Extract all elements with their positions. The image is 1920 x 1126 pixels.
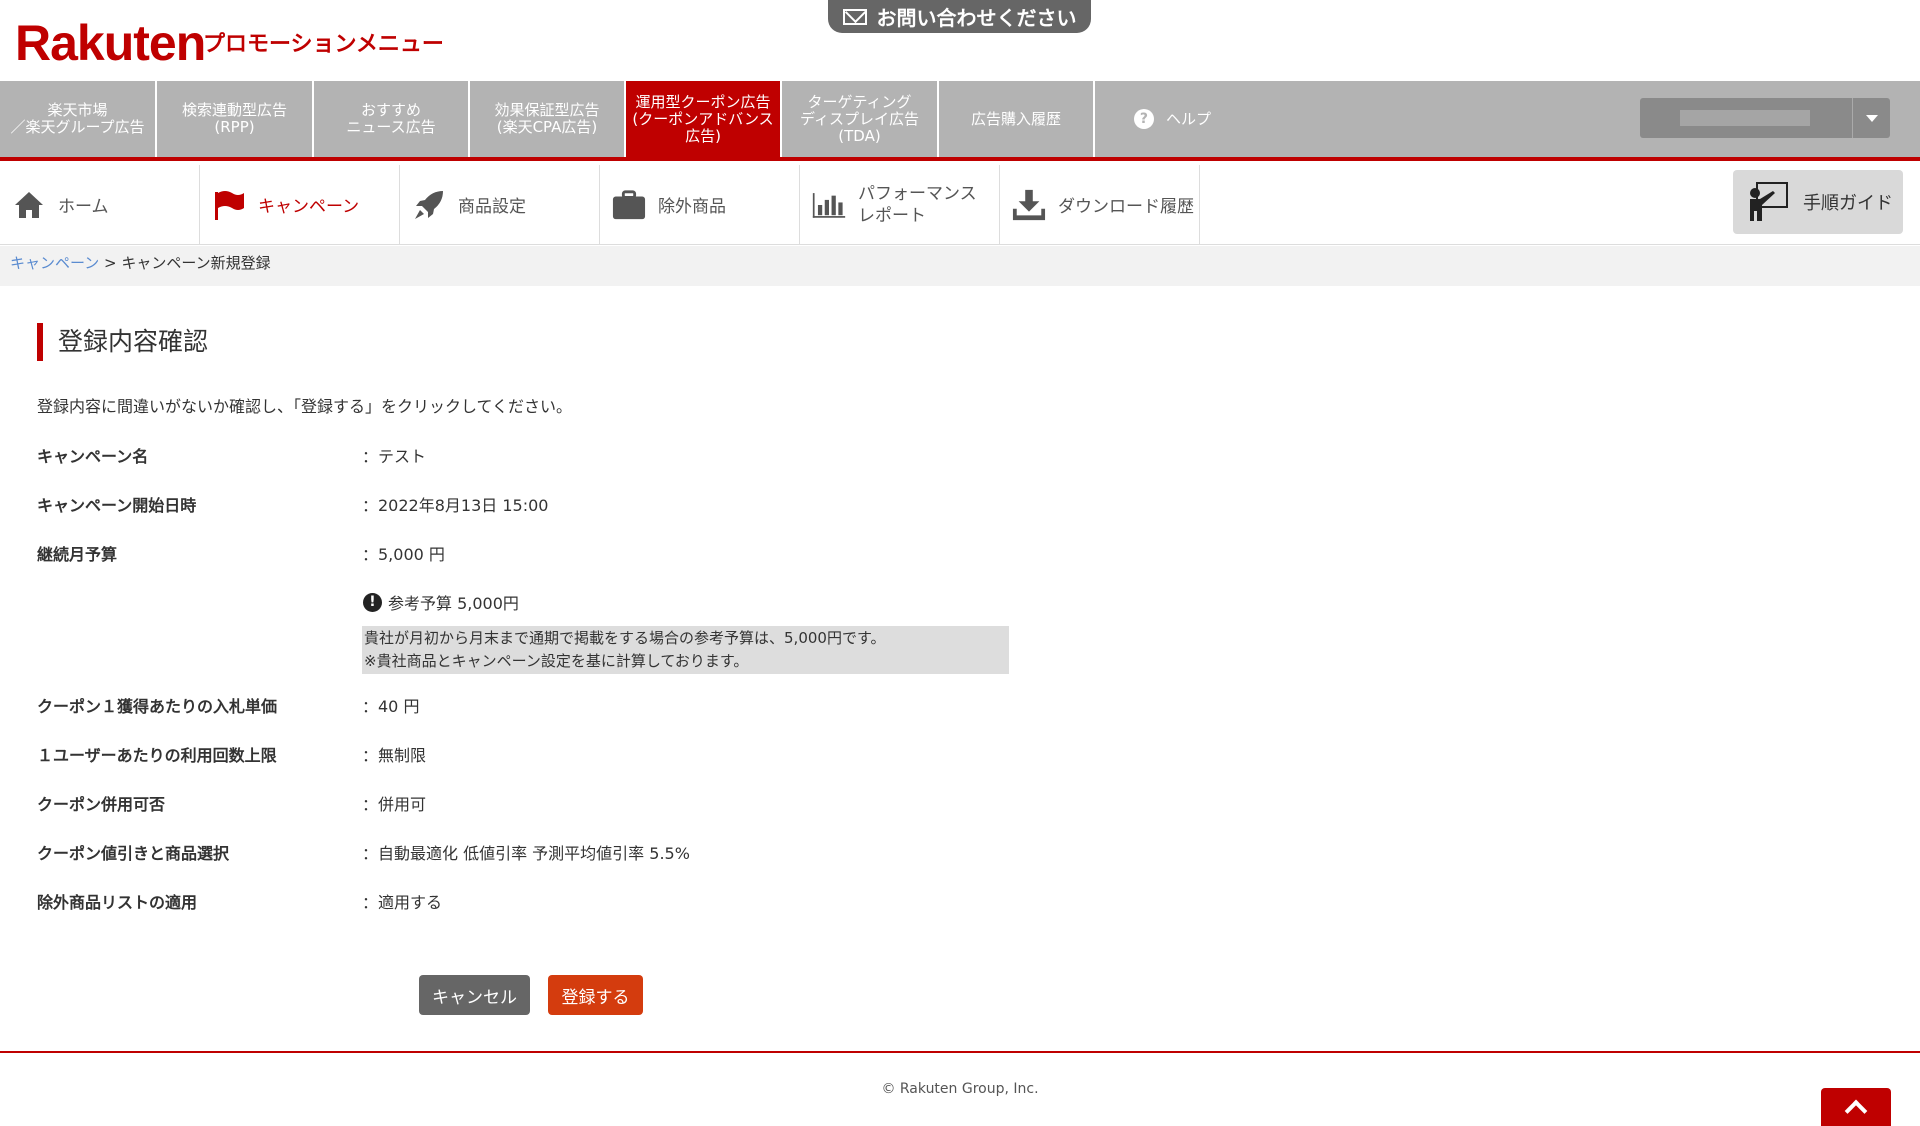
cancel-button[interactable]: キャンセル xyxy=(419,975,530,1015)
label-discount-selection: クーポン値引きと商品選択 xyxy=(37,844,230,863)
breadcrumb-current: キャンペーン新規登録 xyxy=(121,254,271,272)
label-bid-price: クーポン１獲得あたりの入札単価 xyxy=(37,697,278,716)
procedure-guide-button[interactable]: 手順ガイド xyxy=(1733,170,1903,234)
alert-icon: ! xyxy=(363,592,382,612)
briefcase-icon xyxy=(612,188,646,222)
home-icon xyxy=(12,188,46,222)
topnav-item-coupon-advance[interactable]: 運用型クーポン広告 (クーポンアドバンス 広告) xyxy=(626,81,782,157)
footer-divider xyxy=(0,1051,1920,1053)
account-name-masked xyxy=(1680,110,1810,126)
subnav-item-excluded-products[interactable]: 除外商品 xyxy=(600,165,800,244)
page-title: 登録内容確認 xyxy=(37,323,208,361)
subnav-label: ダウンロード履歴 xyxy=(1058,197,1194,217)
subnav-item-performance-report[interactable]: パフォーマンス レポート xyxy=(800,165,1000,244)
intro-text: 登録内容に間違いがないか確認し、「登録する」をクリックしてください。 xyxy=(37,397,573,416)
contact-button[interactable]: お問い合わせください xyxy=(828,0,1091,33)
reference-budget-line1: 貴社が月初から月末まで通期で掲載をする場合の参考予算は、5,000円です。 xyxy=(364,629,886,647)
subnav-label: パフォーマンス レポート xyxy=(858,183,977,226)
subnav-item-product-settings[interactable]: 商品設定 xyxy=(400,165,600,244)
topnav-item-news-ads[interactable]: おすすめ ニュース広告 xyxy=(314,81,470,157)
value-usage-limit: ：無制限 xyxy=(362,746,427,765)
label-monthly-budget: 継続月予算 xyxy=(37,545,118,564)
top-nav: 楽天市場 ／楽天グループ広告 検索連動型広告 (RPP) おすすめ ニュース広告… xyxy=(0,81,1920,161)
contact-label: お問い合わせください xyxy=(876,6,1077,30)
presenter-icon xyxy=(1747,181,1789,223)
header: Rakuten プロモーションメニュー お問い合わせください xyxy=(0,0,1920,81)
reference-budget-notice: ! 参考予算 5,000円 xyxy=(363,590,519,614)
rakuten-logo[interactable]: Rakuten xyxy=(15,14,206,72)
value-exclusion-list: ：適用する xyxy=(362,893,443,912)
subnav-label: 商品設定 xyxy=(458,197,526,217)
value-start-datetime: ：2022年8月13日 15:00 xyxy=(362,496,549,515)
help-label: ヘルプ xyxy=(1165,109,1211,128)
subnav-label: ホーム xyxy=(58,197,109,217)
sub-nav: ホーム キャンペーン 商品設定 除外商品 パフォーマンス レポート ダウンロード… xyxy=(0,165,1920,245)
value-coupon-combination: ：併用可 xyxy=(362,795,427,814)
subnav-label: キャンペーン xyxy=(258,197,360,217)
subnav-item-home[interactable]: ホーム xyxy=(0,165,200,244)
mail-icon xyxy=(842,8,867,25)
value-monthly-budget: ：5,000 円 xyxy=(362,545,445,564)
reference-budget-line2: ※貴社商品とキャンペーン設定を基に計算しております。 xyxy=(364,652,749,670)
subnav-label: 除外商品 xyxy=(658,197,726,217)
label-start-datetime: キャンペーン開始日時 xyxy=(37,496,197,515)
topnav-item-tda[interactable]: ターゲティング ディスプレイ広告 (TDA) xyxy=(782,81,939,157)
help-icon: ? xyxy=(1133,109,1154,129)
topnav-item-ichiba-ads[interactable]: 楽天市場 ／楽天グループ広告 xyxy=(0,81,157,157)
breadcrumb-link-campaign[interactable]: キャンペーン xyxy=(10,254,99,272)
bar-chart-icon xyxy=(812,188,846,222)
label-usage-limit: １ユーザーあたりの利用回数上限 xyxy=(37,746,277,765)
breadcrumb-separator: > xyxy=(104,254,117,272)
value-campaign-name: ：テスト xyxy=(362,447,427,466)
label-campaign-name: キャンペーン名 xyxy=(37,447,149,466)
topnav-item-help[interactable]: ? ヘルプ xyxy=(1095,81,1250,157)
promotion-menu-title: プロモーションメニュー xyxy=(203,32,444,57)
value-discount-selection: ：自動最適化 低値引率 予測平均値引率 5.5% xyxy=(362,844,690,863)
breadcrumb: キャンペーン > キャンペーン新規登録 xyxy=(0,246,1920,286)
reference-budget-box: 貴社が月初から月末まで通期で掲載をする場合の参考予算は、5,000円です。 ※貴… xyxy=(362,626,1009,674)
label-coupon-combination: クーポン併用可否 xyxy=(37,795,166,814)
copyright: © Rakuten Group, Inc. xyxy=(881,1081,1039,1097)
topnav-item-purchase-history[interactable]: 広告購入履歴 xyxy=(939,81,1095,157)
register-button[interactable]: 登録する xyxy=(548,975,643,1015)
back-to-top-button[interactable] xyxy=(1821,1088,1891,1126)
procedure-guide-label: 手順ガイド xyxy=(1803,193,1893,214)
topnav-item-cpa[interactable]: 効果保証型広告 (楽天CPA広告) xyxy=(470,81,626,157)
account-dropdown[interactable] xyxy=(1640,98,1890,138)
reference-budget-title: 参考予算 5,000円 xyxy=(388,594,519,613)
download-icon xyxy=(1012,188,1046,222)
value-bid-price: ：40 円 xyxy=(362,697,420,716)
label-exclusion-list: 除外商品リストの適用 xyxy=(37,893,198,912)
rocket-icon xyxy=(412,188,446,222)
subnav-item-campaign[interactable]: キャンペーン xyxy=(200,165,400,244)
flag-icon xyxy=(212,188,246,222)
subnav-item-download-history[interactable]: ダウンロード履歴 xyxy=(1000,165,1200,244)
topnav-item-rpp[interactable]: 検索連動型広告 (RPP) xyxy=(157,81,314,157)
chevron-down-icon[interactable] xyxy=(1852,98,1890,138)
